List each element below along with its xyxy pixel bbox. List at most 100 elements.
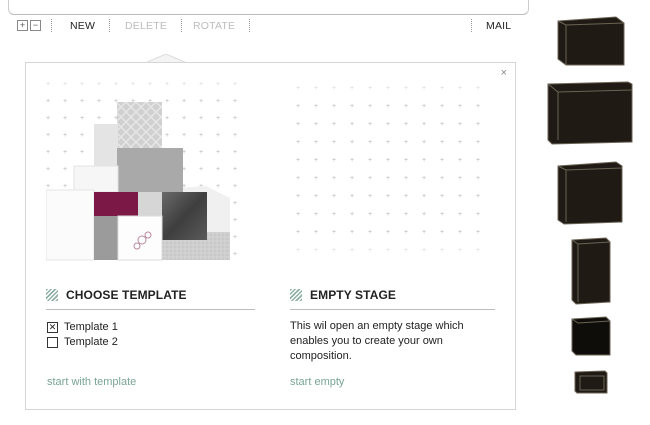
- grid-plus-icon: +: [233, 234, 238, 241]
- grid-plus-icon: +: [182, 81, 187, 88]
- grid-plus-icon: +: [476, 175, 481, 182]
- grid-plus-icon: +: [458, 103, 463, 110]
- grid-plus-icon: +: [404, 157, 409, 164]
- grid-plus-icon: +: [314, 121, 319, 128]
- grid-plus-icon: +: [422, 193, 427, 200]
- checked-checkbox-icon[interactable]: ✕: [47, 322, 58, 333]
- empty-stage-description: This wil open an empty stage which enabl…: [290, 320, 464, 362]
- grid-plus-icon: +: [233, 217, 238, 224]
- grid-plus-icon: +: [350, 193, 355, 200]
- grid-plus-icon: +: [332, 121, 337, 128]
- mail-button[interactable]: MAIL: [486, 20, 511, 32]
- empty-stage-header: EMPTY STAGE: [290, 285, 495, 305]
- grid-plus-icon: +: [440, 157, 445, 164]
- grid-plus-icon: +: [404, 121, 409, 128]
- grid-plus-icon: +: [440, 175, 445, 182]
- grid-plus-icon: +: [296, 247, 301, 254]
- grid-plus-icon: +: [404, 139, 409, 146]
- start-empty-link[interactable]: start empty: [290, 376, 344, 388]
- grid-plus-icon: +: [422, 229, 427, 236]
- grid-plus-icon: +: [386, 193, 391, 200]
- delete-button[interactable]: DELETE: [125, 20, 167, 32]
- grid-plus-icon: +: [199, 81, 204, 88]
- grid-plus-icon: +: [386, 175, 391, 182]
- grid-plus-icon: +: [440, 193, 445, 200]
- grid-plus-icon: +: [165, 81, 170, 88]
- new-button[interactable]: NEW: [70, 20, 95, 32]
- toolbar-divider: [471, 19, 472, 32]
- template-preview-collage[interactable]: [45, 102, 232, 264]
- shelf-thumbnail-3[interactable]: [556, 160, 624, 226]
- rotate-button[interactable]: ROTATE: [193, 20, 235, 32]
- grid-plus-icon: +: [314, 139, 319, 146]
- grid-plus-icon: +: [404, 229, 409, 236]
- grid-plus-icon: +: [314, 85, 319, 92]
- grid-plus-icon: +: [368, 175, 373, 182]
- hatch-icon: [290, 289, 302, 301]
- grid-plus-icon: +: [386, 121, 391, 128]
- shelf-thumbnail-4[interactable]: [570, 236, 612, 306]
- grid-plus-icon: +: [458, 193, 463, 200]
- grid-plus-icon: +: [233, 166, 238, 173]
- grid-plus-icon: +: [314, 175, 319, 182]
- grid-plus-icon: +: [233, 98, 238, 105]
- grid-plus-icon: +: [350, 247, 355, 254]
- shelf-composition-image: [45, 102, 230, 261]
- grid-plus-icon: +: [368, 211, 373, 218]
- grid-plus-icon: +: [332, 175, 337, 182]
- grid-plus-icon: +: [422, 247, 427, 254]
- empty-stage-heading: EMPTY STAGE: [310, 288, 397, 302]
- grid-plus-icon: +: [350, 139, 355, 146]
- grid-plus-icon: +: [233, 251, 238, 258]
- shelf-thumbnail-5[interactable]: [570, 315, 612, 357]
- grid-plus-icon: +: [476, 229, 481, 236]
- grid-plus-icon: +: [404, 103, 409, 110]
- toolbar: + − NEW DELETE ROTATE MAIL: [17, 18, 512, 34]
- grid-plus-icon: +: [368, 121, 373, 128]
- grid-plus-icon: +: [148, 81, 153, 88]
- grid-plus-icon: +: [332, 247, 337, 254]
- grid-plus-icon: +: [350, 157, 355, 164]
- grid-plus-icon: +: [368, 139, 373, 146]
- shelf-thumbnail-6[interactable]: [573, 369, 609, 395]
- grid-plus-icon: +: [368, 85, 373, 92]
- grid-plus-icon: +: [296, 211, 301, 218]
- grid-plus-icon: +: [233, 115, 238, 122]
- grid-plus-icon: +: [422, 85, 427, 92]
- start-with-template-link[interactable]: start with template: [47, 376, 136, 388]
- grid-plus-icon: +: [368, 247, 373, 254]
- grid-plus-icon: +: [314, 157, 319, 164]
- grid-plus-icon: +: [350, 211, 355, 218]
- shelf-thumbnail-1[interactable]: [556, 15, 626, 67]
- grid-plus-icon: +: [332, 157, 337, 164]
- grid-plus-icon: +: [350, 175, 355, 182]
- grid-plus-icon: +: [386, 157, 391, 164]
- grid-plus-icon: +: [440, 139, 445, 146]
- grid-plus-icon: +: [368, 103, 373, 110]
- grid-plus-icon: +: [404, 193, 409, 200]
- checkbox-icon[interactable]: [47, 337, 58, 348]
- grid-plus-icon: +: [422, 103, 427, 110]
- grid-plus-icon: +: [314, 229, 319, 236]
- grid-plus-icon: +: [476, 157, 481, 164]
- zoom-in-button[interactable]: +: [17, 20, 28, 31]
- grid-plus-icon: +: [476, 103, 481, 110]
- close-icon[interactable]: ×: [501, 67, 507, 79]
- stage-top-frame: [8, 0, 529, 15]
- empty-stage-preview-grid: + + + + + + + + + + + + + + + + + + + + + + + + + + + + + + + + + + + + + + + +…: [296, 85, 496, 270]
- grid-plus-icon: +: [440, 103, 445, 110]
- shelf-thumbnail-2[interactable]: [546, 80, 634, 146]
- section-rule: [46, 309, 255, 310]
- grid-plus-icon: +: [296, 175, 301, 182]
- grid-plus-icon: +: [458, 229, 463, 236]
- grid-plus-icon: +: [386, 103, 391, 110]
- choose-template-header: CHOOSE TEMPLATE: [46, 285, 251, 305]
- grid-plus-icon: +: [368, 157, 373, 164]
- grid-plus-icon: +: [476, 121, 481, 128]
- grid-plus-icon: +: [350, 121, 355, 128]
- grid-plus-icon: +: [476, 85, 481, 92]
- zoom-out-button[interactable]: −: [30, 20, 41, 31]
- grid-plus-icon: +: [296, 229, 301, 236]
- grid-plus-icon: +: [440, 247, 445, 254]
- grid-plus-icon: +: [114, 81, 119, 88]
